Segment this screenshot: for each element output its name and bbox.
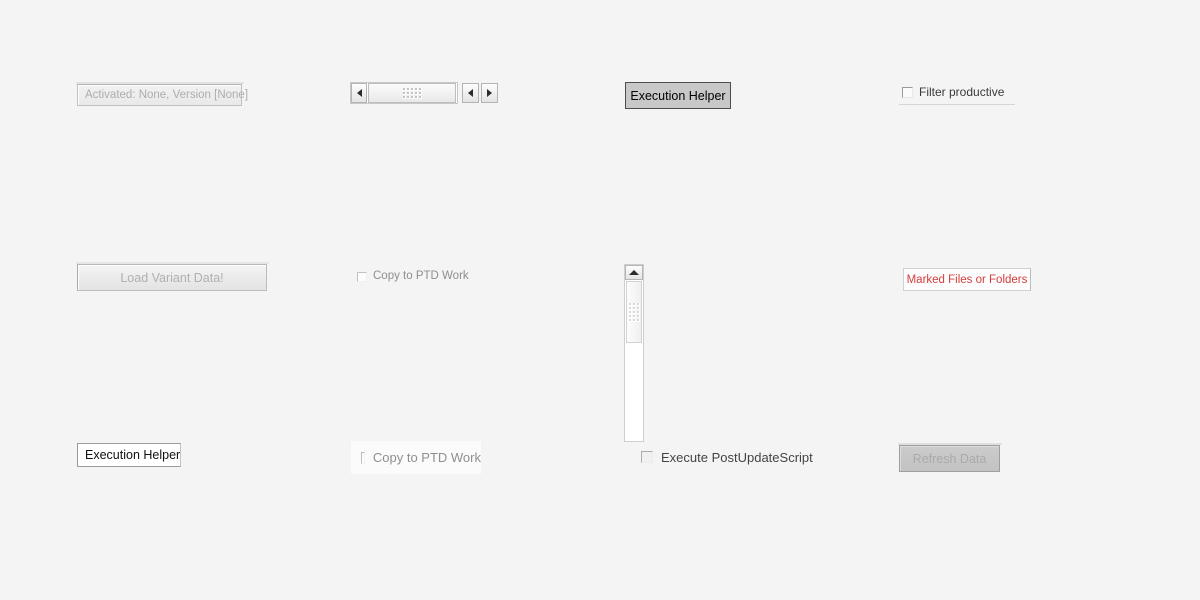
scroll-left-button[interactable] [351,83,367,103]
horizontal-scrollbar[interactable] [350,82,498,104]
arrow-up-icon [629,270,639,275]
refresh-data-button[interactable]: Refresh Data [899,445,1000,472]
scroll-next-button[interactable] [481,83,498,103]
filter-productive-underline [899,104,1015,105]
copy-to-ptd-work-checkbox-small[interactable]: Copy to PTD Work [357,268,473,286]
grip-dots-icon [402,87,422,99]
execute-postupdatescript-label: Execute PostUpdateScript [661,449,813,465]
execution-helper-button-bottom[interactable]: Execution Helper [77,443,181,467]
marked-files-or-folders-label: Marked Files or Folders [903,268,1031,291]
filter-productive-label: Filter productive [919,85,1005,99]
horizontal-scrollbar-thumb[interactable] [368,83,456,103]
arrow-left-icon [356,89,362,97]
vertical-scrollbar[interactable] [624,264,644,442]
arrow-left-icon [468,89,473,97]
load-variant-data-button[interactable]: Load Variant Data! [77,264,267,291]
scroll-prev-button[interactable] [462,83,479,103]
grip-dots-icon [628,302,640,322]
checkbox-unchecked-icon[interactable] [361,451,365,464]
arrow-right-icon [487,89,492,97]
activated-status-label: Activated: None, Version [None] [77,84,248,106]
checkbox-unchecked-icon[interactable] [641,451,653,463]
copy-to-ptd-work-label-small: Copy to PTD Work [373,270,469,283]
copy-to-ptd-work-checkbox-large[interactable]: Copy to PTD Work [351,441,481,474]
checkbox-unchecked-icon[interactable] [902,86,913,98]
execute-postupdatescript-checkbox[interactable]: Execute PostUpdateScript [641,447,821,467]
vertical-scrollbar-thumb[interactable] [626,281,642,343]
checkbox-unchecked-icon[interactable] [357,272,367,282]
scroll-up-button[interactable] [625,265,643,280]
filter-productive-checkbox[interactable]: Filter productive [902,82,1014,102]
screen-canvas: Activated: None, Version [None] Executio… [0,0,1200,600]
copy-to-ptd-work-label-large: Copy to PTD Work [372,450,481,465]
execution-helper-button-top[interactable]: Execution Helper [625,82,731,109]
